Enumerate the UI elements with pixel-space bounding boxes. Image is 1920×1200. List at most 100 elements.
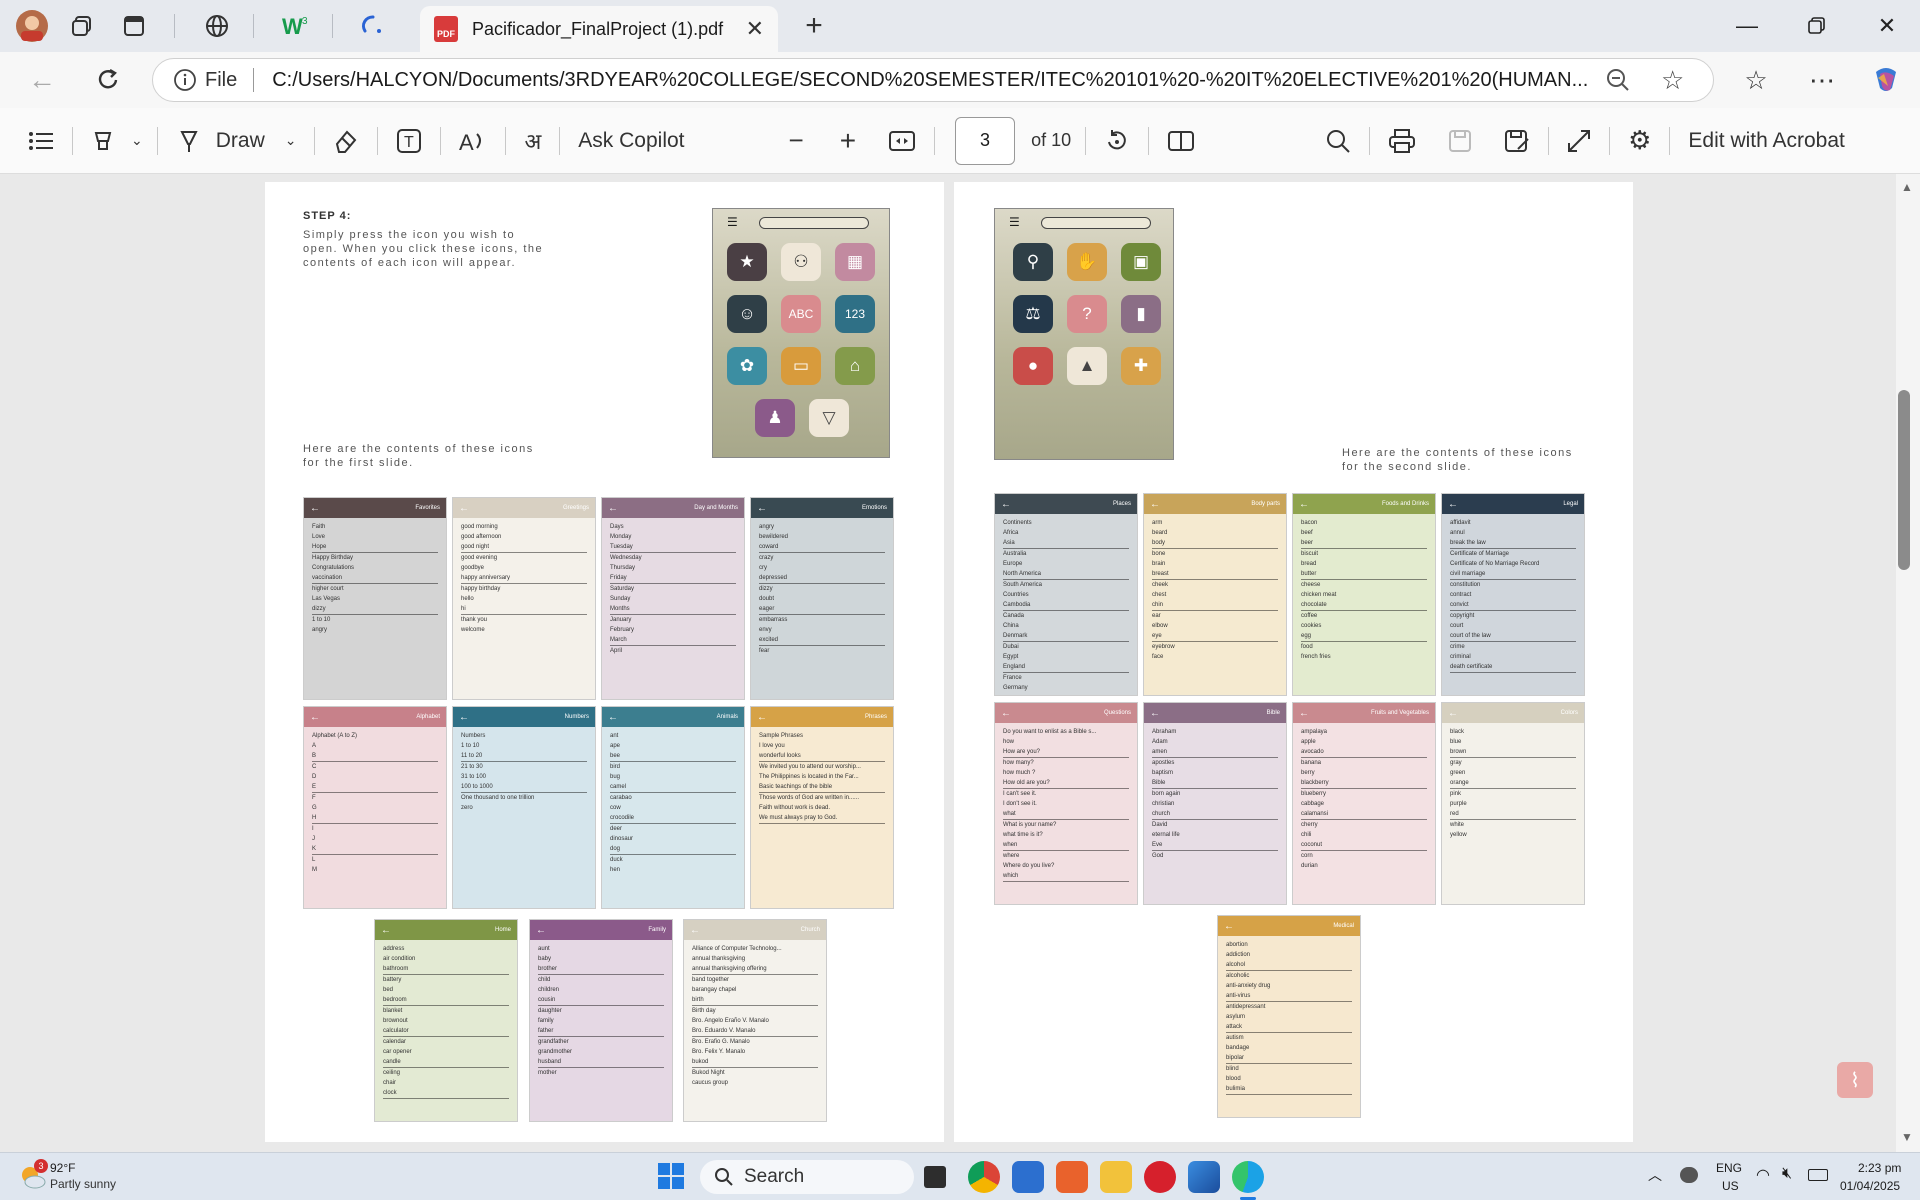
fit-page-icon[interactable] bbox=[878, 119, 926, 163]
card-word: arm bbox=[1152, 520, 1163, 526]
card-word: face bbox=[1152, 654, 1164, 660]
page-number-input[interactable]: 3 bbox=[955, 116, 1016, 165]
favorite-star-icon[interactable]: ☆ bbox=[1661, 65, 1684, 96]
vertical-scrollbar[interactable]: ▲ ▼ bbox=[1896, 174, 1920, 1152]
weather-widget[interactable]: 3 92°F Partly sunny bbox=[18, 1159, 158, 1195]
vertical-tabs-icon[interactable] bbox=[112, 4, 156, 48]
info-icon[interactable] bbox=[173, 68, 197, 92]
svg-text:W: W bbox=[282, 14, 303, 38]
print-icon[interactable] bbox=[1378, 119, 1426, 163]
card-word: alcoholic bbox=[1226, 973, 1250, 979]
minimize-icon[interactable]: — bbox=[1712, 0, 1782, 52]
edit-with-acrobat-button[interactable]: Edit with Acrobat bbox=[1678, 119, 1854, 163]
church-app-icon: ▽ bbox=[809, 399, 849, 437]
card-title: Phrases bbox=[864, 714, 887, 720]
photos-icon[interactable] bbox=[1188, 1161, 1220, 1193]
close-window-icon[interactable]: ✕ bbox=[1852, 0, 1920, 52]
page-view-icon[interactable] bbox=[1157, 119, 1205, 163]
acrobat-floating-icon[interactable]: ⌇ bbox=[1837, 1062, 1873, 1098]
pinterest-icon[interactable] bbox=[1144, 1161, 1176, 1193]
contents-list-icon[interactable] bbox=[18, 119, 64, 163]
wifi-icon[interactable]: ◠ bbox=[1756, 1165, 1770, 1185]
card-word: Las Vegas bbox=[312, 596, 341, 602]
divider bbox=[332, 14, 333, 38]
card-word: chili bbox=[1301, 832, 1312, 838]
scroll-down-icon[interactable]: ▼ bbox=[1901, 1130, 1913, 1144]
back-arrow-icon[interactable]: ← bbox=[20, 58, 64, 102]
messenger-icon[interactable] bbox=[1012, 1161, 1044, 1193]
fullscreen-icon[interactable] bbox=[1557, 119, 1601, 163]
card-word: affidavit bbox=[1450, 520, 1471, 526]
read-aloud-icon[interactable]: A bbox=[449, 119, 497, 163]
url-text[interactable]: C:/Users/HALCYON/Documents/3RDYEAR%20COL… bbox=[272, 69, 1592, 92]
card-word: battery bbox=[383, 977, 402, 983]
card-word: Friday bbox=[610, 573, 736, 584]
scroll-thumb[interactable] bbox=[1898, 390, 1910, 570]
language-top[interactable]: ENG bbox=[1716, 1161, 1742, 1175]
pdf-viewer[interactable]: STEP 4: Simply press the icon you wish t… bbox=[0, 174, 1920, 1152]
edge-icon[interactable] bbox=[1232, 1161, 1264, 1193]
divider bbox=[72, 126, 73, 155]
card-word: calendar bbox=[383, 1039, 407, 1045]
highlight-dropdown-icon[interactable]: ⌄ bbox=[125, 119, 149, 163]
save-as-icon[interactable] bbox=[1494, 119, 1540, 163]
svg-text:T: T bbox=[404, 134, 414, 151]
refresh-icon[interactable] bbox=[86, 58, 130, 102]
card-word: deer bbox=[610, 826, 623, 832]
tab-active-pdf[interactable]: PDF Pacificador_FinalProject (1).pdf ✕ bbox=[420, 6, 778, 52]
card-header: ← Fruits and Vegetables bbox=[1293, 703, 1435, 723]
favorites-icon[interactable]: ☆ bbox=[1734, 58, 1778, 102]
scroll-up-icon[interactable]: ▲ bbox=[1901, 180, 1913, 194]
find-icon[interactable] bbox=[1315, 119, 1361, 163]
copilot-icon[interactable] bbox=[1864, 58, 1908, 102]
ask-copilot-button[interactable]: Ask Copilot bbox=[568, 119, 694, 163]
new-tab-icon[interactable]: + bbox=[792, 4, 836, 48]
restore-icon[interactable] bbox=[1782, 0, 1852, 52]
battery-icon[interactable] bbox=[1808, 1169, 1828, 1181]
app-orange-icon[interactable] bbox=[1056, 1161, 1088, 1193]
clock-date[interactable]: 01/04/2025 bbox=[1840, 1179, 1900, 1193]
card-word: red bbox=[1450, 809, 1576, 820]
card-word-list: ampalaya apple avocado banana berry blackberr… bbox=[1293, 723, 1435, 875]
more-options-icon[interactable]: ⋯ bbox=[1800, 58, 1844, 102]
language-bottom[interactable]: US bbox=[1722, 1179, 1739, 1193]
workspaces-icon[interactable] bbox=[60, 4, 104, 48]
settings-gear-icon[interactable]: ⚙ bbox=[1618, 119, 1661, 163]
clock-time[interactable]: 2:23 pm bbox=[1858, 1161, 1901, 1175]
url-field[interactable]: File C:/Users/HALCYON/Documents/3RDYEAR%… bbox=[152, 58, 1714, 102]
card-word: Sample Phrases bbox=[759, 733, 804, 739]
globe-tab-icon[interactable] bbox=[195, 4, 239, 48]
card-word-list: good morning good afternoon good night good… bbox=[453, 518, 595, 639]
tray-chevron-icon[interactable]: ︿ bbox=[1648, 1165, 1662, 1185]
rotate-icon[interactable] bbox=[1094, 119, 1140, 163]
card-word: child bbox=[538, 977, 551, 983]
card-word: abortion bbox=[1226, 942, 1248, 948]
card-word: The Philippines is located in the Far... bbox=[759, 774, 859, 780]
translate-icon[interactable]: अ bbox=[514, 119, 551, 163]
windows-start-icon[interactable] bbox=[658, 1163, 684, 1194]
draw-dropdown-icon[interactable]: ⌄ bbox=[275, 119, 307, 163]
card-header: ← Family bbox=[530, 920, 672, 940]
tray-app-icon[interactable] bbox=[1680, 1167, 1698, 1183]
content-card: ← Medical abortion addiction alcohol alcoholi… bbox=[1217, 915, 1361, 1118]
taskbar-search[interactable]: Search bbox=[700, 1160, 914, 1194]
chrome-icon[interactable] bbox=[968, 1161, 1000, 1193]
zoom-out-button[interactable]: − bbox=[779, 119, 814, 163]
zoom-in-button[interactable]: + bbox=[830, 119, 866, 163]
file-explorer-icon[interactable] bbox=[1100, 1161, 1132, 1193]
draw-button[interactable]: Draw bbox=[166, 119, 275, 163]
w3schools-tab-icon[interactable]: W3 bbox=[274, 4, 318, 48]
volume-mute-icon[interactable]: 🔇︎ bbox=[1782, 1165, 1792, 1183]
profile-avatar[interactable] bbox=[10, 4, 54, 48]
highlight-icon[interactable] bbox=[81, 119, 125, 163]
zoom-out-icon[interactable] bbox=[1605, 67, 1631, 98]
card-word-list: affidavit annul break the law Certificate o… bbox=[1442, 514, 1584, 677]
card-word: which bbox=[1003, 871, 1129, 882]
task-view-icon[interactable] bbox=[924, 1166, 946, 1188]
text-box-icon[interactable]: T bbox=[386, 119, 432, 163]
animals-app-icon: ✿ bbox=[727, 347, 767, 385]
loading-tab-icon[interactable] bbox=[351, 4, 395, 48]
close-tab-icon[interactable]: ✕ bbox=[746, 16, 764, 42]
card-title: Body parts bbox=[1251, 501, 1280, 507]
eraser-icon[interactable] bbox=[323, 119, 369, 163]
